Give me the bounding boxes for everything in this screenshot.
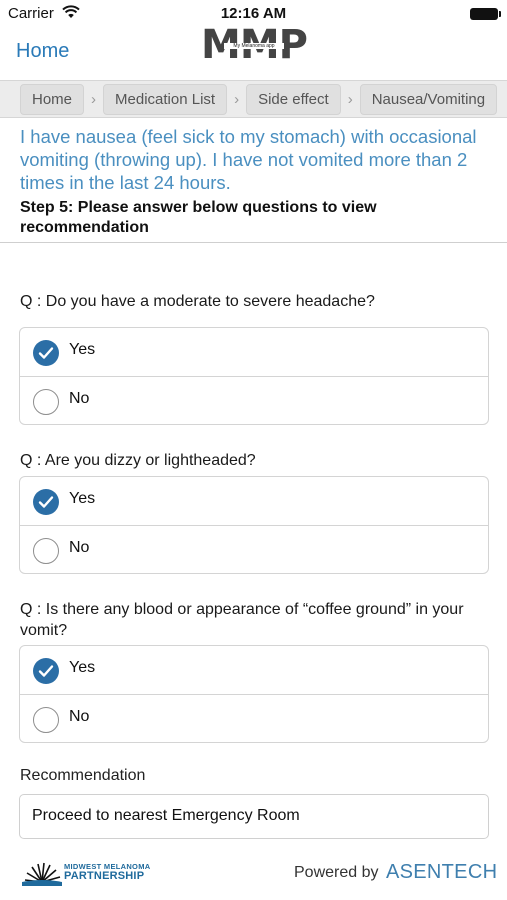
partner-name-line2: PARTNERSHIP — [64, 870, 145, 882]
breadcrumb: Home › Medication List › Side effect › N… — [0, 80, 507, 118]
radio-unchecked-icon[interactable] — [33, 707, 59, 733]
check-icon — [38, 665, 54, 677]
check-icon — [38, 347, 54, 359]
radio-unchecked-icon[interactable] — [33, 389, 59, 415]
option-label: Yes — [69, 659, 96, 676]
option-label: Yes — [69, 341, 96, 358]
radio-checked-icon[interactable] — [33, 489, 59, 515]
app-logo: MMP My Melanoma app — [194, 22, 314, 74]
breadcrumb-nausea-vomiting[interactable]: Nausea/Vomiting — [359, 83, 498, 115]
step-instruction: Step 5: Please answer below questions to… — [20, 199, 377, 236]
sunburst-icon — [22, 862, 62, 886]
option-no[interactable]: No — [20, 694, 488, 742]
status-time: 12:16 AM — [220, 5, 287, 22]
radio-checked-icon[interactable] — [33, 340, 59, 366]
answer-group-blood-in-vomit: Yes No — [19, 645, 489, 743]
question-blood-in-vomit: Q : Is there any blood or appearance of … — [20, 601, 464, 639]
answer-group-dizzy: Yes No — [19, 476, 489, 574]
option-label: No — [69, 708, 90, 725]
option-no[interactable]: No — [20, 376, 488, 424]
question-headache: Q : Do you have a moderate to severe hea… — [20, 293, 375, 310]
divider — [0, 242, 507, 243]
radio-unchecked-icon[interactable] — [33, 538, 59, 564]
nav-bar: Home MMP My Melanoma app — [0, 22, 507, 80]
home-button[interactable]: Home — [16, 40, 69, 63]
recommendation-label: Recommendation — [20, 767, 146, 784]
breadcrumb-medication-list[interactable]: Medication List — [103, 83, 228, 115]
check-icon — [38, 496, 54, 508]
chevron-right-icon: › — [347, 90, 353, 108]
footer: MIDWEST MELANOMA PARTNERSHIP Powered by … — [0, 852, 507, 892]
condition-description: I have nausea (feel sick to my stomach) … — [20, 126, 477, 193]
option-no[interactable]: No — [20, 525, 488, 573]
breadcrumb-side-effect[interactable]: Side effect — [246, 83, 341, 115]
company-logo: ASENTECH — [386, 861, 498, 883]
partner-logo: MIDWEST MELANOMA PARTNERSHIP — [22, 858, 152, 886]
question-dizzy: Q : Are you dizzy or lightheaded? — [20, 452, 256, 469]
recommendation-field: Proceed to nearest Emergency Room — [19, 794, 489, 839]
powered-by-label: Powered by — [294, 864, 379, 881]
option-label: No — [69, 390, 90, 407]
radio-checked-icon[interactable] — [33, 658, 59, 684]
breadcrumb-home[interactable]: Home — [20, 83, 85, 115]
answer-group-headache: Yes No — [19, 327, 489, 425]
option-yes[interactable]: Yes — [20, 646, 488, 694]
logo-subtitle: My Melanoma app — [224, 43, 284, 49]
chevron-right-icon: › — [234, 90, 240, 108]
option-yes[interactable]: Yes — [20, 328, 488, 376]
chevron-right-icon: › — [91, 90, 97, 108]
option-label: No — [69, 539, 90, 556]
battery-icon — [470, 8, 501, 20]
option-label: Yes — [69, 490, 96, 507]
option-yes[interactable]: Yes — [20, 477, 488, 525]
